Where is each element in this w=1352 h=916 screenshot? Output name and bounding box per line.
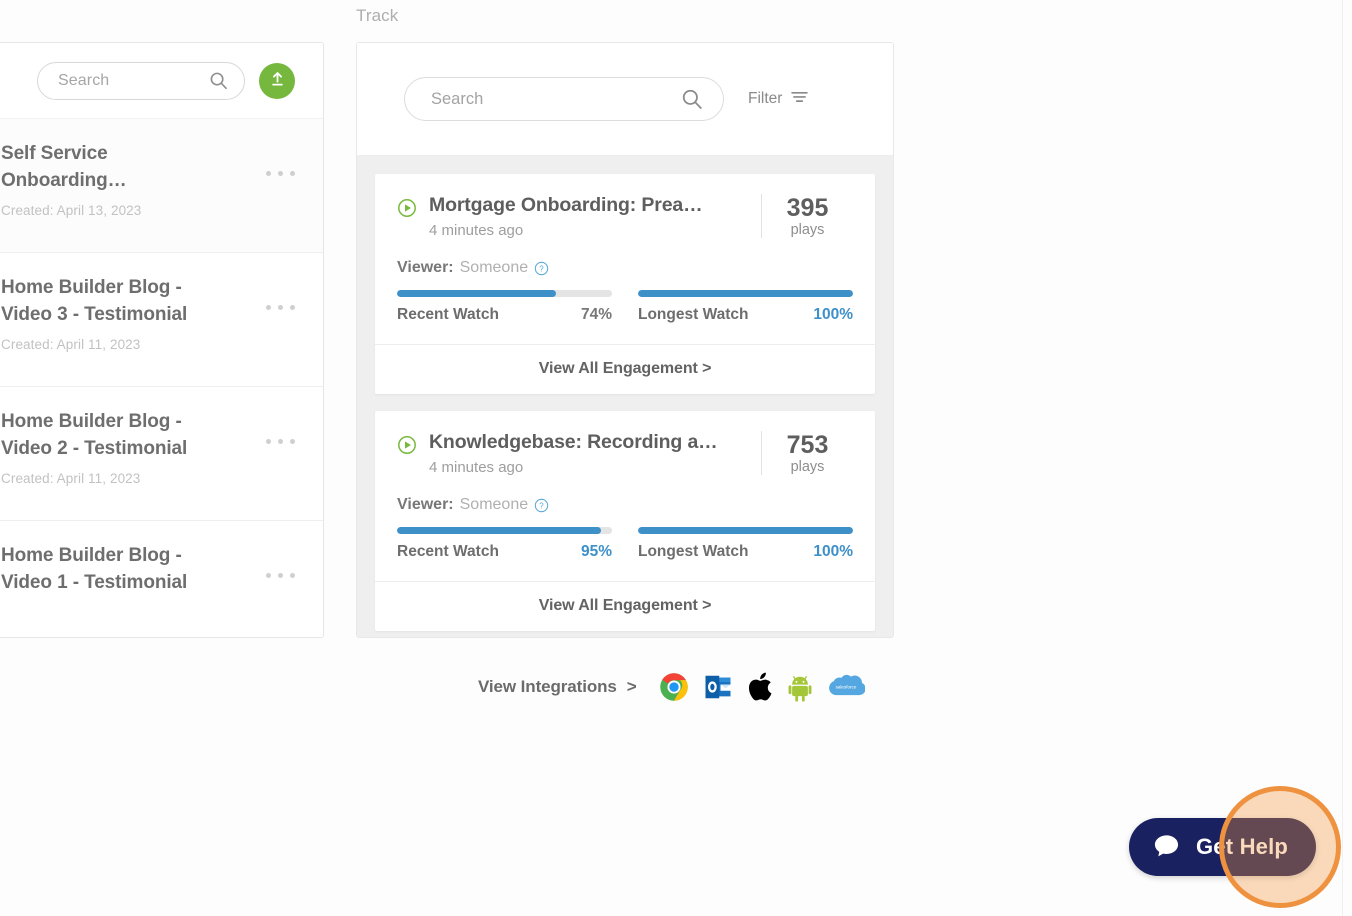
filter-button[interactable]: Filter	[748, 90, 809, 108]
watch-metrics: Recent Watch 74% Longest Watch 100%	[397, 290, 853, 324]
get-help-button[interactable]: Get Help	[1129, 818, 1317, 876]
play-icon[interactable]	[397, 198, 417, 223]
longest-watch-value: 100%	[813, 306, 853, 323]
view-integrations-link[interactable]: View Integrations >	[478, 677, 637, 697]
engagement-card: Knowledgebase: Recording a… 4 minutes ag…	[375, 411, 875, 631]
view-integrations-label: View Integrations	[478, 677, 617, 696]
upload-icon	[268, 70, 287, 92]
library-item-title: Home Builder Blog - Video 2 - Testimonia…	[1, 411, 188, 459]
library-header: Search	[0, 43, 323, 119]
recent-watch-progress-fill	[397, 290, 557, 297]
library-item-created: Created: April 13, 2023	[1, 202, 142, 218]
chrome-icon[interactable]	[659, 672, 689, 702]
longest-watch-value: 100%	[813, 543, 853, 560]
help-info-icon[interactable]: ?	[534, 261, 549, 276]
library-item-created: Created: April 11, 2023	[1, 470, 141, 486]
plays-count: 395	[786, 194, 829, 222]
library-item-title: Home Builder Blog - Video 3 - Testimonia…	[1, 277, 188, 325]
recent-watch-label: Recent Watch	[397, 543, 499, 560]
track-header: Search Filter	[357, 43, 893, 156]
plays-count: 753	[786, 431, 829, 459]
chevron-right-icon: >	[626, 677, 637, 696]
longest-watch-label: Longest Watch	[638, 543, 749, 560]
help-info-icon[interactable]: ?	[534, 498, 549, 513]
filter-icon	[791, 90, 809, 108]
longest-watch-metric: Longest Watch 100%	[638, 527, 853, 561]
library-item-overflow-menu-icon[interactable]	[266, 409, 295, 444]
filter-button-label: Filter	[748, 90, 783, 107]
plays-stat: 395 plays	[761, 194, 853, 239]
viewer-value: Someone	[459, 259, 529, 276]
engagement-card-title[interactable]: Mortgage Onboarding: Prea…	[429, 194, 751, 217]
engagement-card: Mortgage Onboarding: Prea… 4 minutes ago…	[375, 174, 875, 394]
search-icon	[209, 71, 228, 90]
svg-text:?: ?	[539, 501, 544, 510]
salesforce-icon[interactable]: salesforce	[827, 673, 865, 701]
integrations-row: View Integrations > salesforce	[478, 672, 865, 702]
upload-video-button[interactable]	[259, 62, 295, 99]
list-item[interactable]: Home Builder Blog - Video 2 - Testimonia…	[0, 387, 323, 521]
chat-bubble-icon	[1153, 833, 1180, 862]
library-list: Self Service Onboarding… Created: April …	[0, 119, 323, 637]
engagement-card-timestamp: 4 minutes ago	[429, 459, 524, 476]
longest-watch-progress-fill	[638, 527, 853, 534]
viewer-label: Viewer:	[397, 496, 454, 513]
plays-label: plays	[790, 222, 825, 239]
library-item-created: Created: April 11, 2023	[1, 336, 141, 352]
longest-watch-progress-fill	[638, 290, 853, 297]
track-panel: Search Filter Mortgage Onboarding: Prea……	[356, 42, 894, 638]
viewer-label: Viewer:	[397, 259, 454, 276]
svg-text:salesforce: salesforce	[835, 685, 856, 690]
list-item[interactable]: Home Builder Blog - Video 3 - Testimonia…	[0, 253, 323, 387]
recent-watch-value: 74%	[580, 306, 612, 323]
viewer-row: Viewer: Someone ?	[397, 259, 853, 277]
track-card-list: Mortgage Onboarding: Prea… 4 minutes ago…	[357, 156, 893, 637]
library-item-overflow-menu-icon[interactable]	[266, 543, 295, 578]
get-help-label: Get Help	[1196, 834, 1289, 859]
android-icon[interactable]	[787, 672, 813, 702]
library-search-placeholder: Search	[58, 71, 110, 89]
track-search-placeholder: Search	[431, 89, 484, 108]
plays-label: plays	[790, 459, 825, 476]
library-item-overflow-menu-icon[interactable]	[266, 275, 295, 310]
list-item[interactable]: Home Builder Blog - Video 1 - Testimonia…	[0, 521, 323, 637]
library-item-overflow-menu-icon[interactable]	[266, 141, 295, 176]
longest-watch-label: Longest Watch	[638, 306, 749, 323]
apple-icon[interactable]	[747, 672, 773, 702]
track-search-input[interactable]: Search	[404, 77, 724, 121]
search-icon	[681, 88, 703, 110]
engagement-card-timestamp: 4 minutes ago	[429, 222, 524, 239]
recent-watch-metric: Recent Watch 95%	[397, 527, 612, 561]
recent-watch-progress-track	[397, 527, 612, 534]
library-item-title: Home Builder Blog - Video 1 - Testimonia…	[1, 545, 188, 593]
longest-watch-progress-track	[638, 527, 853, 534]
viewer-value: Someone	[459, 496, 529, 513]
longest-watch-progress-track	[638, 290, 853, 297]
library-search-input[interactable]: Search	[37, 61, 245, 100]
play-icon[interactable]	[397, 435, 417, 460]
recent-watch-metric: Recent Watch 74%	[397, 290, 612, 324]
recent-watch-progress-fill	[397, 527, 602, 534]
plays-stat: 753 plays	[761, 431, 853, 476]
watch-metrics: Recent Watch 95% Longest Watch 100%	[397, 527, 853, 561]
svg-text:?: ?	[539, 264, 544, 273]
engagement-card-title[interactable]: Knowledgebase: Recording a…	[429, 431, 751, 454]
recent-watch-progress-track	[397, 290, 612, 297]
video-library-panel: Search Self Service Onboarding… Created:…	[0, 42, 324, 638]
app-page: Search Self Service Onboarding… Created:…	[0, 0, 1352, 916]
view-all-engagement-link[interactable]: View All Engagement >	[375, 581, 875, 631]
recent-watch-value: 95%	[580, 543, 612, 560]
library-item-title: Self Service Onboarding…	[1, 143, 127, 191]
viewer-row: Viewer: Someone ?	[397, 496, 853, 514]
track-section-label: Track	[356, 6, 399, 25]
recent-watch-label: Recent Watch	[397, 306, 499, 323]
longest-watch-metric: Longest Watch 100%	[638, 290, 853, 324]
outlook-icon[interactable]	[703, 672, 733, 702]
page-right-border	[1342, 0, 1343, 916]
view-all-engagement-link[interactable]: View All Engagement >	[375, 344, 875, 394]
list-item[interactable]: Self Service Onboarding… Created: April …	[0, 119, 323, 253]
